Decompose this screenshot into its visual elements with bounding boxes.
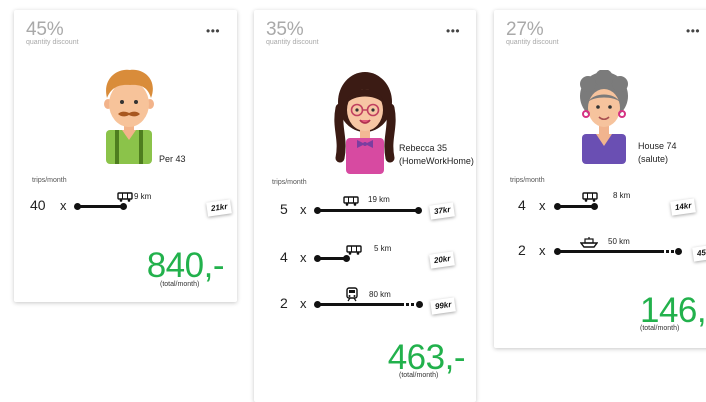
trip-multiply: x	[300, 250, 307, 265]
price-tag: 99kr	[430, 297, 457, 315]
trip-count: 4	[280, 249, 288, 265]
trip-count: 4	[518, 197, 526, 213]
discount-label: quantity discount	[266, 39, 319, 46]
trip-multiply: x	[539, 243, 546, 258]
bus-icon	[582, 192, 598, 202]
route-line	[77, 205, 122, 208]
price-tag: 20kr	[429, 251, 456, 269]
total-amount: 146,-	[640, 291, 706, 330]
bus-icon	[346, 245, 362, 255]
person-route-note: (salute)	[638, 154, 669, 164]
trip-distance: 19 km	[368, 195, 390, 204]
total-amount: 463,-	[387, 338, 466, 377]
trip-distance: 8 km	[613, 191, 631, 200]
trip-row[interactable]: 40 x 9 km 21kr	[30, 191, 235, 221]
trip-row[interactable]: 5 x 19 km 37kr	[280, 195, 476, 225]
more-options-icon[interactable]: •••	[446, 25, 460, 37]
trip-distance: 80 km	[369, 290, 391, 299]
total-amount: 840,-	[146, 246, 225, 285]
commuter-card-rebecca[interactable]: 35% quantity discount ••• Rebecca 35 (Ho…	[254, 10, 476, 402]
person-route-note: (HomeWorkHome)	[399, 156, 474, 166]
route-end-dot	[416, 300, 423, 308]
person-name: Per 43	[159, 154, 186, 164]
total-label: (total/month)	[160, 281, 200, 288]
discount-percent: 35%	[266, 19, 304, 40]
route-end-dot	[415, 206, 422, 214]
trip-multiply: x	[300, 296, 307, 311]
trips-label: trips/month	[510, 177, 545, 184]
commuter-card-house[interactable]: 27% quantity discount ••• House 74 (salu…	[494, 10, 706, 348]
route-end-dot	[675, 247, 682, 255]
route-end-dot	[120, 202, 127, 210]
trip-row[interactable]: 2 x 80 km 99kr	[280, 287, 476, 319]
trip-count: 2	[280, 295, 288, 311]
bus-icon	[117, 192, 133, 202]
avatar-per	[104, 69, 154, 164]
more-options-icon[interactable]: •••	[686, 25, 700, 37]
discount-percent: 45%	[26, 19, 64, 40]
train-icon	[346, 287, 358, 302]
trips-label: trips/month	[32, 177, 67, 184]
trip-distance: 9 km	[134, 192, 152, 201]
route-line	[317, 303, 415, 306]
total-label: (total/month)	[640, 325, 680, 332]
route-end-dot	[343, 254, 350, 262]
trip-distance: 50 km	[608, 237, 630, 246]
price-tag: 37kr	[429, 202, 456, 220]
trip-distance: 5 km	[374, 244, 392, 253]
route-line	[317, 257, 345, 260]
route-line	[317, 209, 417, 212]
discount-percent: 27%	[506, 19, 544, 40]
trips-label: trips/month	[272, 179, 307, 186]
bus-icon	[343, 196, 359, 206]
person-name: House 74 (salute)	[638, 140, 677, 166]
boat-icon	[580, 237, 598, 248]
avatar-house	[580, 70, 628, 164]
route-end-dot	[591, 202, 598, 210]
trip-multiply: x	[300, 202, 307, 217]
price-tag: 45kr	[692, 244, 706, 262]
trip-row[interactable]: 4 x 5 km 20kr	[280, 243, 476, 273]
person-name-text: Rebecca 35	[399, 143, 448, 153]
person-name: Rebecca 35 (HomeWorkHome)	[399, 142, 474, 168]
total-label: (total/month)	[399, 372, 439, 379]
trip-multiply: x	[60, 198, 67, 213]
trip-multiply: x	[539, 198, 546, 213]
trip-count: 5	[280, 201, 288, 217]
trip-count: 2	[518, 242, 526, 258]
trip-count: 40	[30, 197, 46, 213]
trip-row[interactable]: 2 x 50 km 45kr	[518, 236, 706, 266]
discount-label: quantity discount	[506, 39, 559, 46]
route-line	[557, 205, 593, 208]
price-tag: 14kr	[670, 198, 697, 216]
route-line	[557, 250, 675, 253]
discount-label: quantity discount	[26, 39, 79, 46]
more-options-icon[interactable]: •••	[206, 25, 220, 37]
avatar-rebecca	[334, 72, 396, 174]
price-tag: 21kr	[206, 199, 233, 217]
person-name-text: House 74	[638, 141, 677, 151]
trip-row[interactable]: 4 x 8 km 14kr	[518, 191, 706, 221]
commuter-card-per[interactable]: 45% quantity discount ••• Per 43 trips/m…	[14, 10, 237, 302]
